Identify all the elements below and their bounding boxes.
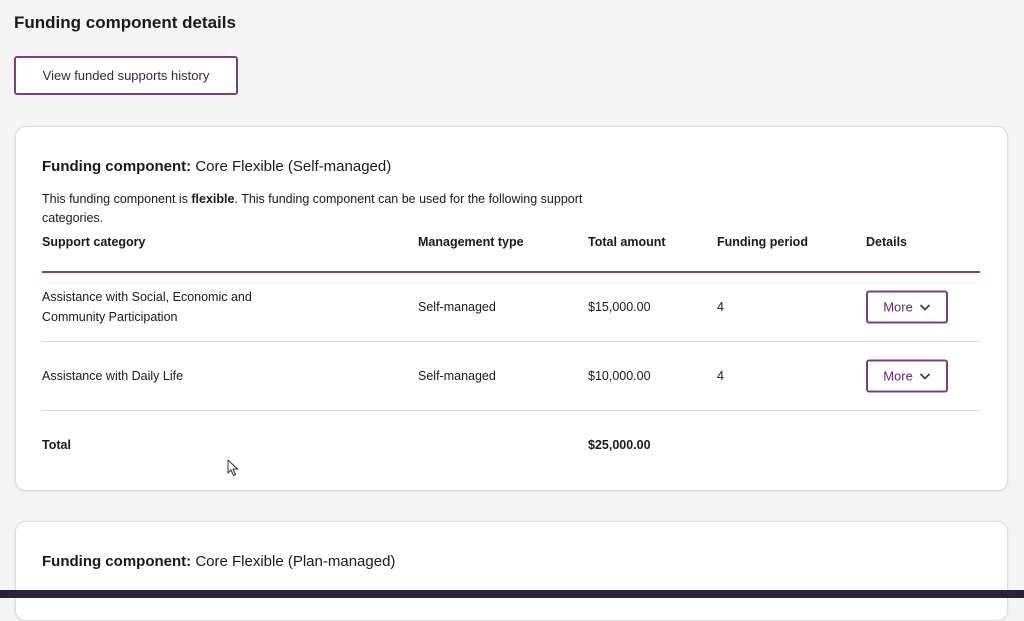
details-cell: More bbox=[866, 290, 948, 324]
table-row: Assistance with Social, Economic and Com… bbox=[42, 273, 980, 342]
flexible-emphasis: flexible bbox=[191, 192, 235, 206]
funding-component-card: Funding component: Core Flexible (Self-m… bbox=[15, 126, 1008, 491]
column-header-details: Details bbox=[866, 235, 907, 249]
chevron-down-icon bbox=[919, 304, 930, 310]
funding-period-cell: 4 bbox=[717, 300, 724, 314]
table-header: Support category Management type Total a… bbox=[42, 231, 980, 273]
page-title: Funding component details bbox=[14, 13, 236, 32]
view-funded-supports-history-button[interactable]: View funded supports history bbox=[14, 56, 238, 95]
funding-component-description: This funding component is flexible. This… bbox=[42, 192, 583, 225]
funding-component-label: Funding component: bbox=[42, 553, 192, 570]
chevron-down-icon bbox=[919, 373, 930, 379]
column-header-funding-period: Funding period bbox=[717, 235, 808, 249]
details-cell: More bbox=[866, 359, 948, 393]
funding-component-name: Core Flexible (Plan-managed) bbox=[195, 553, 396, 570]
total-amount-cell: $15,000.00 bbox=[588, 300, 651, 314]
total-amount-value: $25,000.00 bbox=[588, 438, 651, 452]
funding-component-card: Funding component: Core Flexible (Plan-m… bbox=[15, 521, 1008, 621]
column-header-support-category: Support category bbox=[42, 235, 146, 249]
more-button-label: More bbox=[883, 368, 913, 384]
funding-period-cell: 4 bbox=[717, 369, 724, 383]
column-header-management-type: Management type bbox=[418, 235, 524, 249]
total-label: Total bbox=[42, 438, 71, 452]
table-total-row: Total $25,000.00 bbox=[42, 411, 980, 479]
management-type-cell: Self-managed bbox=[418, 300, 496, 314]
support-category-cell: Assistance with Daily Life bbox=[42, 369, 184, 383]
mouse-cursor-icon bbox=[227, 459, 238, 476]
funding-component-name: Core Flexible (Self-managed) bbox=[195, 158, 392, 175]
support-category-cell: Assistance with Social, Economic and Com… bbox=[42, 290, 252, 324]
support-categories-table: Support category Management type Total a… bbox=[42, 231, 980, 479]
table-row: Assistance with Daily Life Self-managed … bbox=[42, 342, 980, 411]
column-header-total-amount: Total amount bbox=[588, 235, 666, 249]
total-amount-cell: $10,000.00 bbox=[588, 369, 651, 383]
funding-component-title: Funding component: Core Flexible (Plan-m… bbox=[42, 553, 395, 571]
management-type-cell: Self-managed bbox=[418, 369, 496, 383]
funding-component-label: Funding component: bbox=[42, 158, 192, 175]
more-button[interactable]: More bbox=[866, 290, 948, 324]
more-button[interactable]: More bbox=[866, 359, 948, 393]
funding-component-title: Funding component: Core Flexible (Self-m… bbox=[42, 158, 391, 176]
more-button-label: More bbox=[883, 299, 913, 315]
bottom-bar bbox=[0, 590, 1024, 598]
